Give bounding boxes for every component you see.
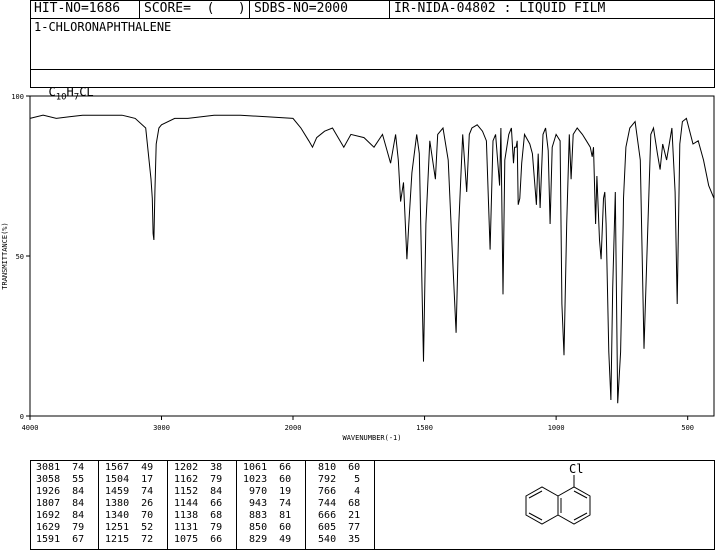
- y-axis: 100 50 0: [11, 93, 30, 421]
- peak-entry: 766 4: [306, 486, 361, 497]
- x-axis: 4000 3000 2000 1500 1000 500: [22, 416, 694, 432]
- x-tick-label: 500: [681, 424, 694, 432]
- peak-entry: 970 19: [237, 486, 292, 497]
- x-tick-label: 3000: [153, 424, 170, 432]
- peak-entry: 1629 79: [30, 522, 85, 533]
- peak-entry: 605 77: [306, 522, 361, 533]
- peak-entry: 1926 84: [30, 486, 85, 497]
- peak-entry: 1215 72: [99, 534, 154, 545]
- chlorine-label: Cl: [569, 462, 583, 476]
- peak-entry: 1075 66: [168, 534, 223, 545]
- peak-column: 1061 66 1023 60 970 19 943 74 883 81 850…: [237, 461, 306, 549]
- peak-entry: 3058 55: [30, 474, 85, 485]
- peak-entry: 829 49: [237, 534, 292, 545]
- peak-entry: 1567 49: [99, 462, 154, 473]
- peak-entry: 1591 67: [30, 534, 85, 545]
- peak-column: 3081 74 3058 55 1926 84 1807 84 1692 84 …: [30, 461, 99, 549]
- x-tick-label: 1000: [548, 424, 565, 432]
- transmittance-curve: [29, 114, 715, 404]
- y-tick-label: 0: [20, 413, 24, 421]
- peak-entry: 1504 17: [99, 474, 154, 485]
- peak-entry: 1807 84: [30, 498, 85, 509]
- peak-entry: 1061 66: [237, 462, 292, 473]
- peak-column: 810 60 792 5 766 4 744 68 666 21 605 77 …: [306, 461, 375, 549]
- x-axis-label: WAVENUMBER(-1): [342, 434, 401, 442]
- peak-entry: 1692 84: [30, 510, 85, 521]
- y-tick-label: 100: [11, 93, 24, 101]
- peak-entry: 540 35: [306, 534, 361, 545]
- peak-entry: 1138 68: [168, 510, 223, 521]
- peak-entry: 744 68: [306, 498, 361, 509]
- peak-entry: 850 60: [237, 522, 292, 533]
- peak-entry: 1202 38: [168, 462, 223, 473]
- x-tick-label: 4000: [22, 424, 39, 432]
- peak-entry: 1340 70: [99, 510, 154, 521]
- peak-entry: 1162 79: [168, 474, 223, 485]
- y-axis-label: TRANSMITTANCE(%): [1, 222, 9, 289]
- peak-entry: 1023 60: [237, 474, 292, 485]
- structure-diagram: Cl: [525, 462, 591, 525]
- y-tick-label: 50: [16, 253, 24, 261]
- peak-entry: 1459 74: [99, 486, 154, 497]
- peak-entry: 943 74: [237, 498, 292, 509]
- peak-entry: 1380 26: [99, 498, 154, 509]
- peak-entry: 1152 84: [168, 486, 223, 497]
- peak-entry: 792 5: [306, 474, 361, 485]
- ir-spectrum-chart: 100500 4000 3000 2000 1500 1000 500 WAVENUMBE…: [1, 93, 715, 442]
- x-tick-label: 2000: [285, 424, 302, 432]
- peak-entry: 3081 74: [30, 462, 85, 473]
- x-tick-label: 1500: [416, 424, 433, 432]
- naphthalene-ring-icon: [525, 475, 591, 525]
- peak-entry: 883 81: [237, 510, 292, 521]
- peak-entry: 666 21: [306, 510, 361, 521]
- peak-column: 1567 49 1504 17 1459 74 1380 26 1340 70 …: [99, 461, 168, 549]
- peak-entry: 810 60: [306, 462, 361, 473]
- peak-entry: 1251 52: [99, 522, 154, 533]
- peak-entry: 1131 79: [168, 522, 223, 533]
- peak-entry: 1144 66: [168, 498, 223, 509]
- peak-column: 1202 38 1162 79 1152 84 1144 66 1138 68 …: [168, 461, 237, 549]
